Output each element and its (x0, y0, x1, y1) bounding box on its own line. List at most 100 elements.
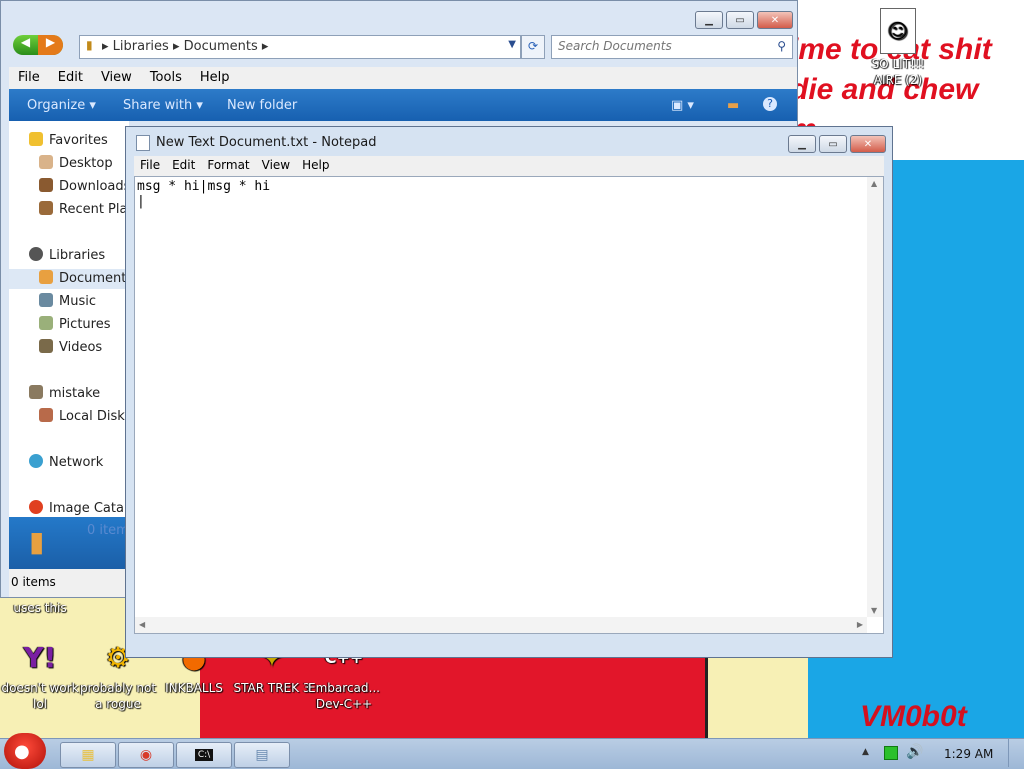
documents-icon (39, 270, 53, 284)
refresh-icon: ⟳ (527, 39, 539, 53)
notepad-content[interactable]: msg * hi|msg * hi | (137, 179, 270, 209)
recent-places-icon (39, 201, 53, 215)
scroll-left-icon[interactable]: ◀ (139, 620, 145, 629)
documents-library-icon: ▮ (29, 525, 45, 558)
desktop-icon-label: probably not a rogue (79, 681, 157, 711)
close-button[interactable]: ✕ (757, 11, 793, 29)
downloads-icon (39, 178, 53, 192)
navigation-pane: Favorites Desktop Downloads Recent Plac … (9, 121, 136, 517)
angry-bird-icon: ● (14, 741, 30, 762)
preview-pane-icon[interactable]: ▬ (727, 98, 739, 113)
taskbar-explorer-button[interactable]: ▦ (60, 742, 116, 768)
address-bar[interactable]: ▮ ▸ Libraries ▸ Documents ▸ ▼ (79, 35, 521, 59)
yahoo-messenger-icon: Y! (23, 641, 57, 674)
menu-file[interactable]: File (9, 67, 49, 85)
star-icon (29, 132, 43, 146)
pictures-icon (39, 316, 53, 330)
address-dropdown-icon[interactable]: ▼ (508, 39, 516, 50)
volume-icon[interactable]: 🔊 (906, 744, 923, 760)
maximize-button[interactable]: ▭ (726, 11, 754, 29)
details-item-count: 0 item (87, 523, 129, 538)
minimize-button[interactable]: ▁ (695, 11, 723, 29)
back-forward-buttons[interactable]: ◀ ▶ (13, 35, 63, 55)
menu-tools[interactable]: Tools (141, 67, 191, 85)
notepad-caption-buttons: ▁ ▭ ✕ (788, 135, 886, 153)
organize-button[interactable]: Organize ▾ (27, 98, 96, 113)
chrome-icon: ◉ (139, 747, 153, 763)
wallpaper-cream-area-2 (705, 655, 808, 740)
notepad-icon (136, 135, 150, 151)
help-icon[interactable]: ? (763, 97, 777, 111)
computer-icon (29, 385, 43, 399)
vertical-scrollbar[interactable]: ▲ ▼ (867, 177, 883, 617)
music-icon (39, 293, 53, 307)
view-options-icon[interactable]: ▣ ▾ (671, 98, 694, 113)
menu-help[interactable]: Help (296, 156, 335, 172)
desktop-icon-uses-this[interactable]: uses this (0, 600, 80, 616)
disk-icon (39, 408, 53, 422)
desktop-icon-label: SO LIT!!! AIRE (2) (871, 57, 925, 87)
menu-help[interactable]: Help (191, 67, 239, 85)
show-hidden-icons-icon[interactable]: ▲ (862, 747, 869, 757)
taskbar-cmd-button[interactable]: C:\ (176, 742, 232, 768)
desktop-icon-yahoo[interactable]: Y! doesn't work lol (0, 638, 80, 712)
start-button[interactable]: ● (4, 733, 46, 769)
notepad-window[interactable]: New Text Document.txt - Notepad ▁ ▭ ✕ Fi… (125, 126, 893, 658)
menu-edit[interactable]: Edit (49, 67, 92, 85)
close-button[interactable]: ✕ (850, 135, 886, 153)
explorer-menubar: File Edit View Tools Help (9, 67, 797, 89)
breadcrumb-documents[interactable]: Documents (184, 39, 258, 54)
clock[interactable]: 1:29 AM (944, 747, 993, 761)
new-folder-button[interactable]: New folder (227, 98, 297, 113)
share-with-button[interactable]: Share with ▾ (123, 98, 203, 113)
libraries-icon (29, 247, 43, 261)
image-catalog-icon (29, 500, 43, 514)
taskbar-notepad-button[interactable]: ▤ (234, 742, 290, 768)
desktop-icon-label: uses this (13, 601, 67, 615)
menu-view[interactable]: View (92, 67, 141, 85)
scroll-right-icon[interactable]: ▶ (857, 620, 863, 629)
maximize-button[interactable]: ▭ (819, 135, 847, 153)
search-icon[interactable]: ⚲ (777, 39, 786, 53)
menu-file[interactable]: File (134, 156, 166, 172)
wallpaper-tag: VM0b0t (860, 700, 967, 733)
explorer-icon: ▦ (81, 747, 95, 763)
menu-format[interactable]: Format (201, 156, 255, 172)
refresh-button[interactable]: ⟳ (521, 35, 545, 59)
breadcrumb-libraries[interactable]: Libraries (113, 39, 169, 54)
show-desktop-button[interactable] (1008, 739, 1023, 767)
breadcrumb[interactable]: ▸ Libraries ▸ Documents ▸ (102, 39, 268, 54)
notepad-menubar: File Edit Format View Help (134, 156, 884, 176)
minimize-button[interactable]: ▁ (788, 135, 816, 153)
explorer-command-bar: Organize ▾ Share with ▾ New folder ▣ ▾ ▬… (9, 89, 797, 121)
scroll-down-icon[interactable]: ▼ (871, 606, 877, 615)
desktop-icon-label: INKBALLS (165, 681, 223, 695)
notepad-text-area[interactable]: msg * hi|msg * hi | ▲ ▼ ◀ ▶ (134, 176, 884, 634)
explorer-caption-buttons: ▁ ▭ ✕ (695, 11, 793, 29)
details-pane: ▮ 0 item (9, 517, 129, 569)
horizontal-scrollbar[interactable]: ◀ ▶ (135, 617, 867, 633)
videos-icon (39, 339, 53, 353)
desktop-icon (39, 155, 53, 169)
desktop-icon-label: STAR TREK 3 (233, 681, 311, 695)
forward-arrow-icon[interactable]: ▶ (38, 35, 63, 55)
menu-edit[interactable]: Edit (166, 156, 201, 172)
status-bar: 0 items (9, 569, 129, 597)
cmd-icon: C:\ (194, 749, 214, 761)
notepad-title: New Text Document.txt - Notepad (156, 135, 377, 150)
taskbar-chrome-button[interactable]: ◉ (118, 742, 174, 768)
menu-view[interactable]: View (256, 156, 296, 172)
status-item-count: 0 items (11, 575, 56, 589)
library-icon: ▮ (86, 38, 93, 52)
scroll-up-icon[interactable]: ▲ (871, 179, 877, 188)
taskbar: ● ▦ ◉ C:\ ▤ ▲ 🔊 1:29 AM (0, 733, 1024, 769)
file-icon: ☺ (880, 8, 916, 54)
search-input[interactable] (556, 38, 770, 54)
search-box[interactable]: ⚲ (551, 35, 793, 59)
nav-documents[interactable]: Documents (9, 269, 127, 289)
desktop-icon-label: Embarcad... Dev-C++ (308, 681, 380, 711)
back-arrow-icon[interactable]: ◀ (13, 35, 38, 55)
network-status-icon[interactable] (884, 746, 898, 760)
network-icon (29, 454, 43, 468)
desktop-icon-so-lit[interactable]: ☺ SO LIT!!! AIRE (2) (858, 8, 938, 88)
